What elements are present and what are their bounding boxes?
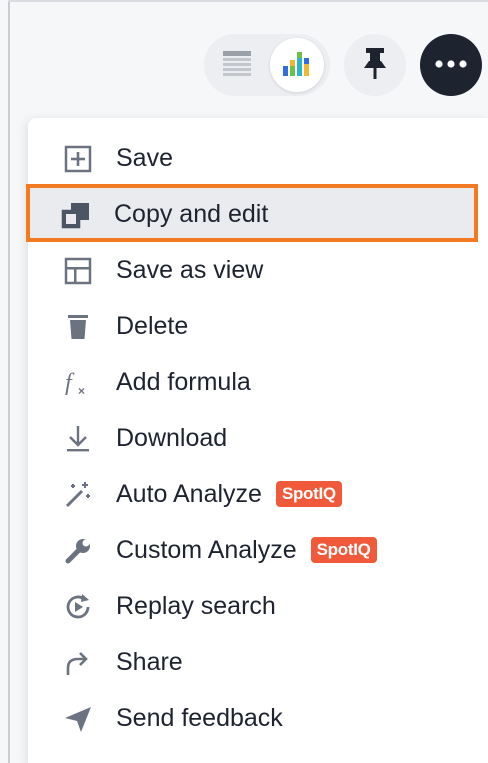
menu-item-label: Replay search [116,592,276,620]
more-horizontal-icon [434,56,468,74]
download-icon [62,424,94,454]
menu-item-delete[interactable]: Delete [28,298,488,354]
frame-border [8,0,10,763]
menu-item-save[interactable]: Save [28,130,488,186]
svg-text:f: f [65,370,75,396]
trash-icon [62,312,94,342]
replay-icon [62,592,94,622]
more-options-button[interactable] [420,34,482,96]
menu-item-label: Save [116,144,173,172]
view-toggle [204,34,330,96]
menu-item-label: Delete [116,312,189,340]
menu-item-custom-analyze[interactable]: Custom Analyze SpotIQ [28,522,488,578]
bar-chart-icon [280,48,314,83]
menu-item-share[interactable]: Share [28,634,488,690]
send-icon [62,704,94,734]
chart-view-button[interactable] [270,38,324,92]
wrench-icon [62,536,94,566]
menu-item-label: Share [116,648,183,676]
table-icon [222,49,252,82]
table-view-icon [62,256,94,286]
pin-icon [360,46,390,85]
menu-item-label: Add formula [116,368,251,396]
menu-item-send-feedback[interactable]: Send feedback [28,690,488,746]
toolbar [204,34,482,96]
menu-item-replay-search[interactable]: Replay search [28,578,488,634]
app-frame: Save Copy and edit Save as view Delete f… [0,0,488,763]
menu-item-label: Custom Analyze SpotIQ [116,535,377,565]
menu-item-save-as-view[interactable]: Save as view [28,242,488,298]
save-icon [62,144,94,174]
table-view-button[interactable] [210,38,264,92]
menu-item-label: Send feedback [116,704,283,732]
frame-border [8,0,488,2]
menu-item-label: Download [116,424,228,452]
menu-item-text: Custom Analyze [116,536,297,564]
formula-icon: f × [62,368,94,398]
highlight-box [26,184,478,242]
menu-item-auto-analyze[interactable]: Auto Analyze SpotIQ [28,466,488,522]
menu-item-label: Save as view [116,256,264,284]
menu-item-text: Auto Analyze [116,480,262,508]
menu-item-download[interactable]: Download [28,410,488,466]
magic-wand-icon [62,480,94,510]
share-icon [62,648,94,678]
menu-item-label: Auto Analyze SpotIQ [116,479,342,509]
spotiq-badge: SpotIQ [275,481,342,507]
svg-text:×: × [78,384,85,398]
spotiq-badge: SpotIQ [310,537,377,563]
menu-item-add-formula[interactable]: f × Add formula [28,354,488,410]
pin-button[interactable] [344,34,406,96]
